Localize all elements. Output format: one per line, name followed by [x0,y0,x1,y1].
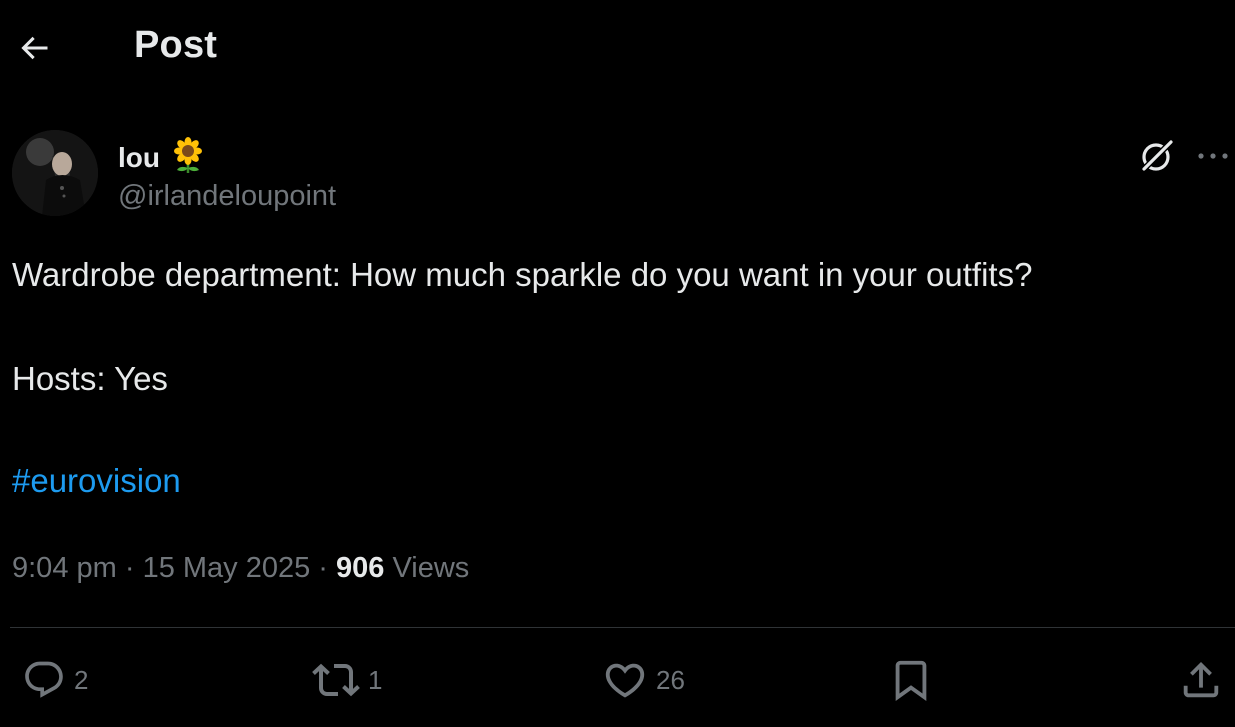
post-time[interactable]: 9:04 pm [12,552,117,584]
avatar[interactable] [12,130,98,216]
repost-count: 1 [368,664,383,695]
author-name-row: lou [118,137,206,178]
author-display-name[interactable]: lou [118,142,160,174]
arrow-left-icon [21,36,48,60]
reply-icon [25,661,63,698]
heart-icon [605,663,645,698]
views-count: 906 [336,552,385,584]
meta-separator: · [116,552,143,584]
post-header: Post [0,0,1235,95]
post-date[interactable]: 15 May 2025 [143,552,311,584]
reply-count: 2 [74,664,89,695]
views-label: Views [384,552,470,584]
meta-separator: · [310,552,337,584]
share-button[interactable] [1178,655,1224,705]
bookmark-icon [895,660,927,701]
grok-button[interactable] [1134,133,1180,179]
share-icon [1183,661,1219,698]
page-title: Post [134,24,218,66]
bookmark-button[interactable] [888,655,934,705]
more-icon [1197,153,1228,159]
back-button[interactable] [14,28,54,68]
hashtag-link[interactable]: #eurovision [12,462,181,500]
post-meta: 9:04 pm · 15 May 2025 · 906 Views [12,552,469,585]
grok-icon [1139,138,1175,174]
like-count: 26 [656,664,685,695]
post-text-line: Wardrobe department: How much sparkle do… [12,256,1033,293]
repost-icon [312,663,360,697]
post-text-line: Hosts: Yes [12,360,168,397]
author-handle[interactable]: @irlandeloupoint [118,180,336,213]
repost-button[interactable]: 1 [312,655,382,705]
more-options-button[interactable] [1190,133,1235,179]
like-button[interactable]: 26 [602,655,685,705]
reply-button[interactable]: 2 [22,655,88,705]
sunflower-icon [170,137,206,178]
divider [10,627,1235,628]
